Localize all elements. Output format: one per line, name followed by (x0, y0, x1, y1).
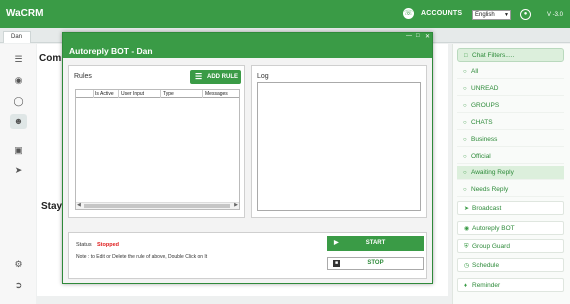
contacts-icon[interactable]: ☻ (10, 114, 27, 129)
rules-panel: Rules ☰ ADD RULE Is Active User Input Ty… (68, 65, 245, 218)
sidebar-item-business[interactable]: ○ Business (457, 133, 564, 147)
chat-bubble-icon: ○ (463, 154, 467, 160)
scroll-right-icon[interactable]: ▶ (234, 202, 238, 208)
close-icon[interactable]: ✕ (425, 33, 430, 40)
store-icon[interactable]: ▣ (13, 145, 24, 156)
sidebar-item-groups[interactable]: ○ GROUPS (457, 99, 564, 113)
scrollbar-thumb[interactable] (84, 204, 230, 208)
play-icon: ▶ (334, 240, 339, 246)
user-icon[interactable]: ● (520, 9, 531, 20)
sidebar-item-needs-reply[interactable]: ○ Needs Reply (457, 183, 564, 197)
sidebar-item-official[interactable]: ○ Official (457, 150, 564, 164)
app-title: WaCRM (6, 8, 44, 19)
horizontal-scrollbar[interactable]: ◀ ▶ (76, 202, 239, 209)
accounts-button[interactable]: ACCOUNTS (421, 10, 462, 17)
sidebar-item-autoreply-bot[interactable]: ◉ Autoreply BOT (457, 221, 564, 235)
sidebar-item-group-guard[interactable]: ⛨ Group Guard (457, 239, 564, 253)
stop-icon: ■ (333, 260, 340, 267)
right-sidebar: □ Chat Filters..... ○ All ○ UNREAD ○ GROUPS … (452, 44, 570, 304)
megaphone-icon[interactable]: ➤ (13, 165, 24, 176)
rules-label: Rules (74, 73, 92, 80)
chat-bubble-icon: ○ (463, 86, 467, 92)
version-label: V -3.0 (547, 12, 564, 18)
column-separator (202, 90, 203, 98)
modal-body: Rules ☰ ADD RULE Is Active User Input Ty… (64, 59, 431, 283)
log-output[interactable] (257, 82, 421, 211)
palette-icon[interactable]: ◉ (13, 75, 24, 86)
add-rule-button[interactable]: ☰ ADD RULE (190, 70, 241, 84)
column-separator (160, 90, 161, 98)
sidebar-item-awaiting-reply[interactable]: ○ Awaiting Reply (457, 166, 564, 180)
top-app-bar: WaCRM ☏ ACCOUNTS English ▼ ● V -3.0 (0, 0, 570, 28)
chevron-down-icon: ▼ (504, 12, 509, 18)
sidebar-item-unread[interactable]: ○ UNREAD (457, 82, 564, 96)
left-icon-rail: ☰ ◉ ◯ ☻ ▣ ➤ ⚙ ➲ (0, 44, 36, 304)
column-separator (118, 90, 119, 98)
column-header-type[interactable]: Type (163, 90, 174, 98)
chat-bubble-icon: ○ (463, 103, 467, 109)
logout-icon[interactable]: ➲ (13, 280, 24, 291)
edit-note: Note : to Edit or Delete the rule of abo… (76, 254, 208, 260)
chat-bubble-icon: ○ (463, 187, 467, 193)
shield-icon: ⛨ (464, 244, 469, 250)
log-panel: Log (251, 65, 427, 218)
scroll-left-icon[interactable]: ◀ (77, 202, 81, 208)
bell-icon: ♦ (464, 283, 468, 289)
whatsapp-icon[interactable]: ☏ (403, 8, 414, 19)
status-label: Status (76, 242, 92, 248)
column-header-is-active[interactable]: Is Active (95, 90, 114, 98)
rules-table-header: Is Active User Input Type Messages (76, 90, 239, 98)
language-select[interactable]: English ▼ (472, 10, 511, 20)
log-label: Log (257, 73, 269, 80)
sidebar-item-chat-filters[interactable]: □ Chat Filters..... (457, 48, 564, 62)
maximize-icon[interactable]: □ (416, 33, 420, 39)
chat-icon[interactable]: ◯ (13, 96, 24, 107)
chat-bubble-icon: ○ (463, 69, 467, 75)
chat-bubble-icon: ○ (463, 170, 467, 176)
clock-icon: ◷ (464, 263, 470, 269)
bot-icon: ◉ (464, 226, 470, 232)
settings-icon[interactable]: ⚙ (13, 259, 24, 270)
add-list-icon: ☰ (195, 72, 203, 81)
status-value: Stopped (97, 242, 119, 248)
column-header-user-input[interactable]: User Input (121, 90, 144, 98)
sidebar-item-all[interactable]: ○ All (457, 65, 564, 79)
sidebar-item-chats[interactable]: ○ CHATS (457, 116, 564, 130)
background-heading-2: Stay (41, 201, 63, 212)
start-button[interactable]: ▶ START (327, 236, 424, 251)
chat-bubble-icon: ○ (463, 120, 467, 126)
chat-filter-icon: □ (464, 53, 468, 59)
language-value: English (475, 12, 495, 18)
column-header-messages[interactable]: Messages (205, 90, 228, 98)
tab-dan[interactable]: Dan (3, 31, 31, 43)
chat-bubble-icon: ○ (463, 137, 467, 143)
list-icon[interactable]: ☰ (13, 54, 24, 65)
status-panel: Status Stopped Note : to Edit or Delete … (68, 232, 427, 279)
modal-titlebar[interactable]: — □ ✕ Autoreply BOT - Dan (63, 33, 432, 58)
modal-title: Autoreply BOT - Dan (69, 46, 153, 56)
sidebar-item-reminder[interactable]: ♦ Reminder (457, 278, 564, 292)
autoreply-bot-modal: — □ ✕ Autoreply BOT - Dan Rules ☰ ADD RU… (62, 32, 433, 284)
minimize-icon[interactable]: — (406, 33, 412, 39)
rules-table[interactable]: Is Active User Input Type Messages ◀ ▶ (75, 89, 240, 210)
send-icon: ➤ (464, 206, 470, 212)
sidebar-item-schedule[interactable]: ◷ Schedule (457, 258, 564, 272)
stop-button[interactable]: ■ STOP (327, 257, 424, 270)
column-separator (93, 90, 94, 98)
sidebar-item-broadcast[interactable]: ➤ Broadcast (457, 201, 564, 215)
